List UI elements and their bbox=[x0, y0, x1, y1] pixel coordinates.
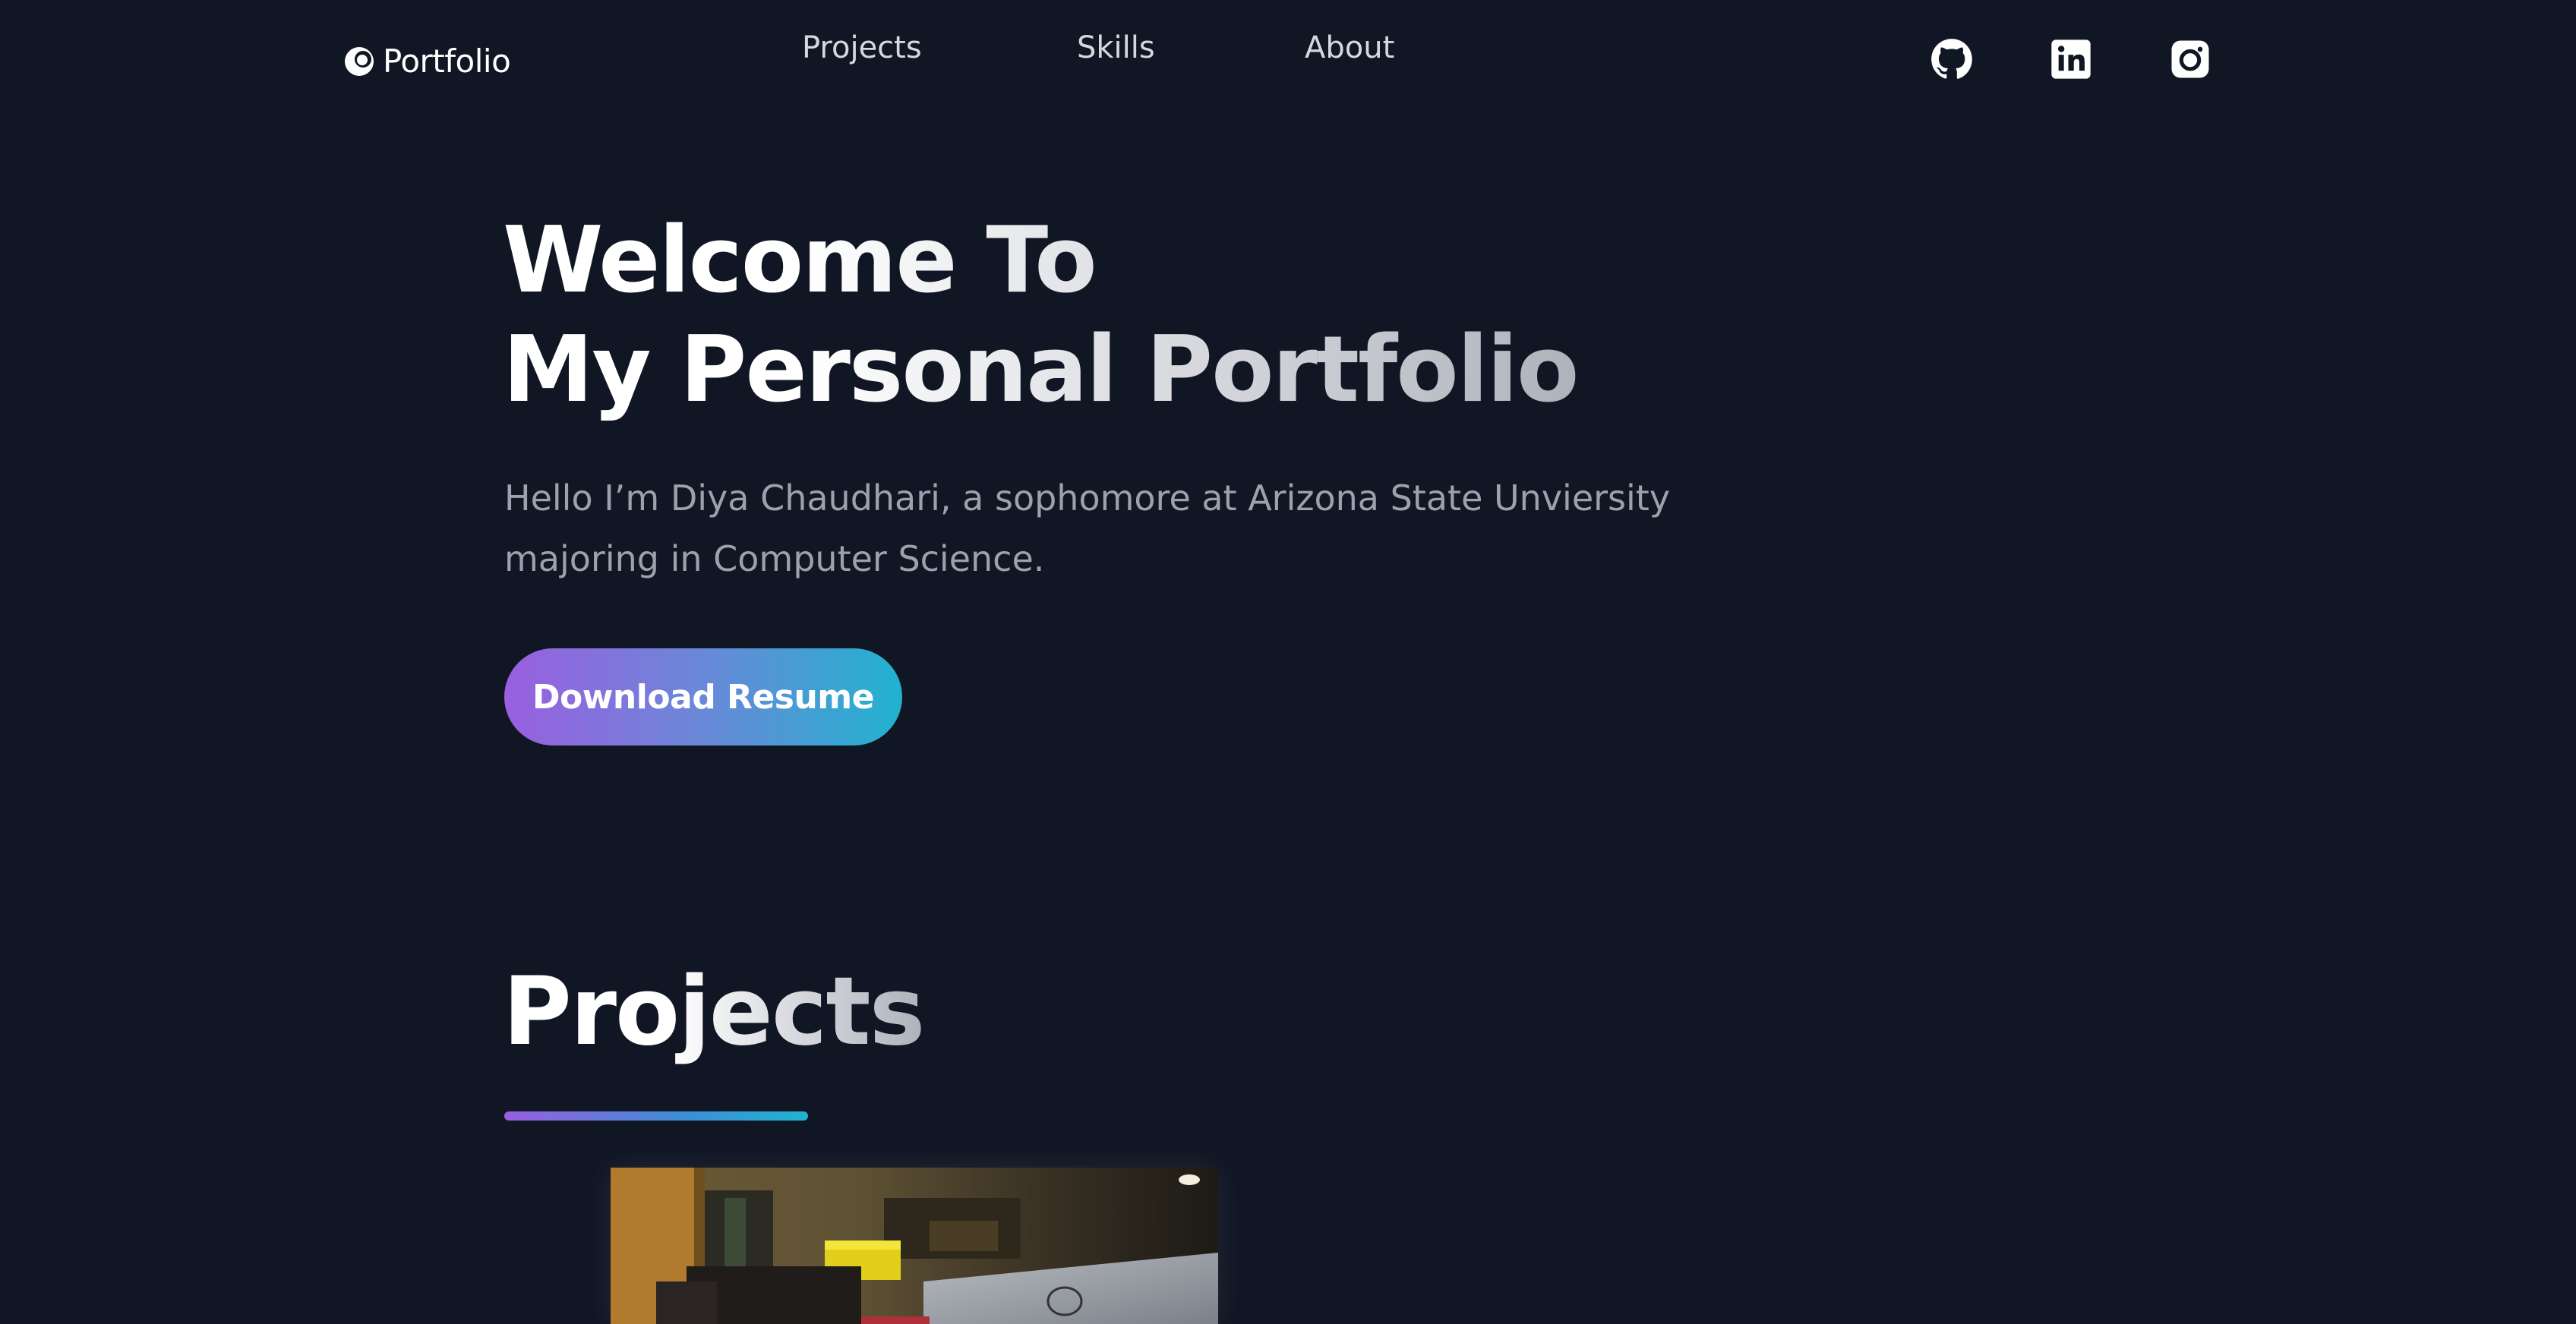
project-card[interactable] bbox=[611, 1168, 1218, 1324]
project-photo bbox=[611, 1168, 1218, 1324]
github-icon bbox=[1931, 39, 1972, 79]
hero-subtitle: Hello I’m Diya Chaudhari, a sophomore at… bbox=[504, 478, 1671, 579]
projects-section-title: Projects bbox=[503, 955, 925, 1069]
logo-text: Portfolio bbox=[383, 43, 511, 80]
section-underline bbox=[504, 1111, 808, 1121]
linkedin-link[interactable] bbox=[2048, 36, 2094, 82]
site-logo[interactable]: Portfolio bbox=[342, 43, 511, 80]
nav-link-projects[interactable]: Projects bbox=[802, 30, 922, 65]
linkedin-icon bbox=[2051, 39, 2091, 79]
logo-icon bbox=[345, 46, 374, 76]
hero-title-line-1: Welcome To bbox=[503, 208, 1096, 314]
portfolio-page: Portfolio Projects Skills About Welcome … bbox=[0, 0, 2576, 1324]
hero-title: Welcome To My Personal Portfolio bbox=[503, 206, 1577, 425]
nav-link-about[interactable]: About bbox=[1305, 30, 1394, 65]
github-link[interactable] bbox=[1929, 36, 1975, 82]
nav-link-skills[interactable]: Skills bbox=[1077, 30, 1155, 65]
hero-title-line-2: My Personal Portfolio bbox=[503, 317, 1578, 423]
instagram-icon bbox=[2171, 40, 2209, 78]
instagram-link[interactable] bbox=[2167, 36, 2213, 82]
download-resume-button[interactable]: Download Resume bbox=[504, 648, 902, 746]
